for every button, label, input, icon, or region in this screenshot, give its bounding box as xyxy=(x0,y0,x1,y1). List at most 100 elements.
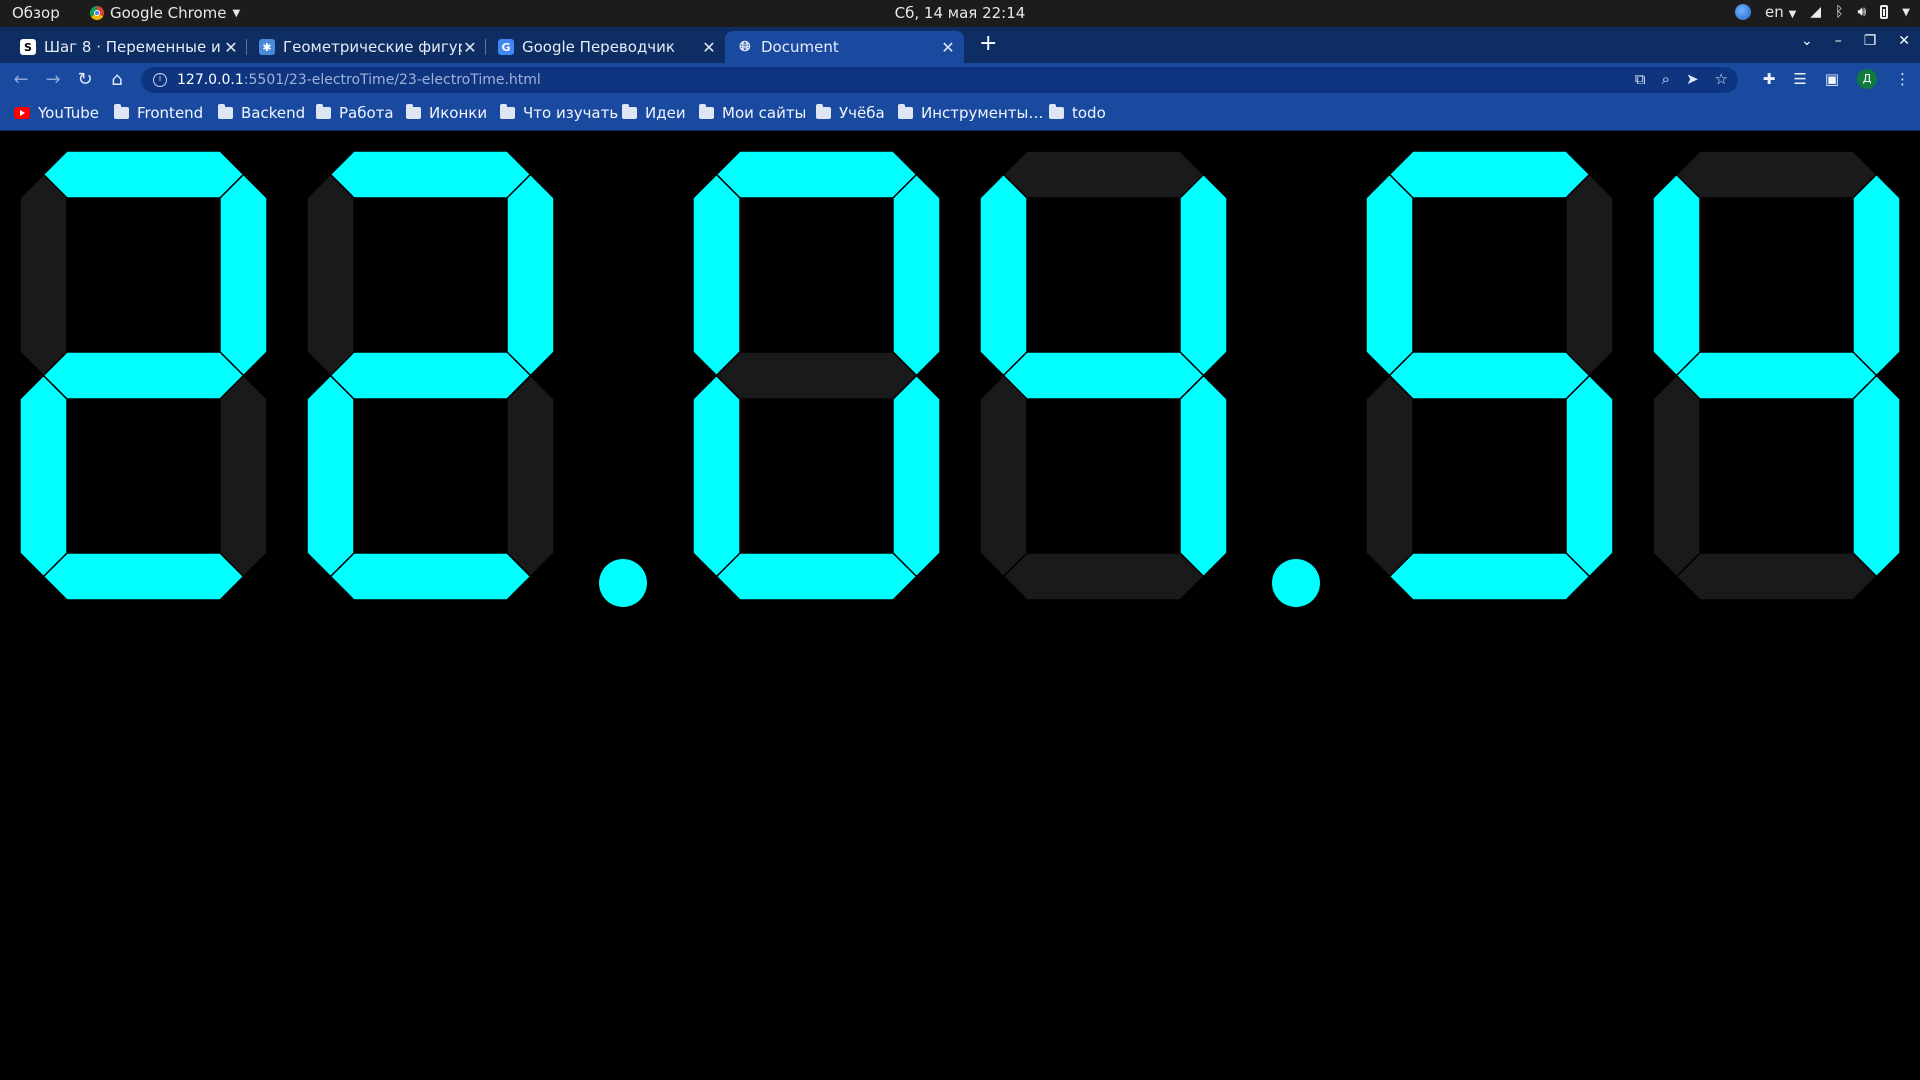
tab-translate[interactable]: G Google Переводчик ✕ xyxy=(486,31,725,63)
tab-search-icon[interactable]: ⌄ xyxy=(1801,33,1813,49)
segment-b xyxy=(1852,173,1901,377)
bookmark-label: YouTube xyxy=(38,104,99,122)
segment-g xyxy=(329,351,532,400)
url-host: 127.0.0.1 xyxy=(177,72,244,88)
folder-icon xyxy=(898,104,913,119)
tab-stepik[interactable]: S Шаг 8 · Переменные и ар ✕ xyxy=(8,31,247,63)
toolbar-actions: ✚ ☰ ▣ Д ⋮ xyxy=(1763,69,1910,89)
segment-c xyxy=(1852,374,1901,578)
bookmark-moi-saity[interactable]: Мои сайты xyxy=(699,104,806,122)
segment-f xyxy=(19,173,68,377)
tab-geometry[interactable]: ✱ Геометрические фигуры ✕ xyxy=(247,31,486,63)
close-icon[interactable]: ✕ xyxy=(701,38,717,57)
bookmark-youtube[interactable]: YouTube xyxy=(14,104,99,122)
bookmark-label: Идеи xyxy=(645,104,686,122)
bookmark-label: Учёба xyxy=(839,104,885,122)
bookmark-ucheba[interactable]: Учёба xyxy=(816,104,885,122)
segment-b xyxy=(1565,173,1614,377)
segment-d xyxy=(1675,552,1878,601)
segment-g xyxy=(715,351,918,400)
segment-a xyxy=(329,150,532,199)
new-tab-button[interactable]: + xyxy=(979,31,997,57)
folder-icon xyxy=(622,104,637,119)
side-panel-icon[interactable]: ▣ xyxy=(1825,70,1839,88)
tab-title: Google Переводчик xyxy=(522,38,675,56)
send-icon[interactable]: ➤ xyxy=(1686,70,1699,88)
site-info-icon[interactable]: i xyxy=(153,73,167,87)
tab-title: Document xyxy=(761,38,839,56)
tab-title: Геометрические фигуры xyxy=(283,38,462,56)
bookmark-rabota[interactable]: Работа xyxy=(316,104,394,122)
doc-star-icon: ✱ xyxy=(259,39,275,55)
bookmark-label: Мои сайты xyxy=(722,104,807,122)
globe-icon: 🌐︎ xyxy=(739,39,751,55)
back-button[interactable]: ← xyxy=(10,69,32,90)
close-window-button[interactable]: ✕ xyxy=(1898,33,1910,49)
battery-icon xyxy=(1880,5,1889,19)
bookmark-label: todo xyxy=(1072,104,1106,122)
address-bar[interactable]: i 127.0.0.1:5501/23-electroTime/23-elect… xyxy=(141,67,1738,93)
folder-icon xyxy=(406,104,421,119)
segment-a xyxy=(1675,150,1878,199)
system-tray[interactable]: en ▼ ◢ ᛒ 🔊︎ ▼ xyxy=(1735,3,1910,21)
forward-button[interactable]: → xyxy=(42,69,64,90)
bookmark-backend[interactable]: Backend xyxy=(218,104,305,122)
maximize-button[interactable]: ❐ xyxy=(1864,33,1877,49)
segment-f xyxy=(1652,173,1701,377)
bookmark-idei[interactable]: Идеи xyxy=(622,104,686,122)
segment-g xyxy=(42,351,245,400)
youtube-icon xyxy=(14,107,30,119)
translate-page-icon[interactable]: ⧉ xyxy=(1635,70,1646,88)
segment-e xyxy=(1365,374,1414,578)
bookmark-label: Работа xyxy=(339,104,394,122)
zoom-icon[interactable]: ⌕ xyxy=(1662,70,1670,88)
system-menu-caret-icon[interactable]: ▼ xyxy=(1902,7,1910,18)
close-icon[interactable]: ✕ xyxy=(223,38,239,57)
bluetooth-icon: ᛒ xyxy=(1835,4,1844,20)
segment-c xyxy=(1565,374,1614,578)
bookmark-todo[interactable]: todo xyxy=(1049,104,1106,122)
folder-icon xyxy=(218,104,233,119)
close-icon[interactable]: ✕ xyxy=(462,38,478,57)
segment-b xyxy=(219,173,268,377)
bookmark-instrumenty[interactable]: Инструменты… xyxy=(898,104,1043,122)
separator-dot xyxy=(599,559,647,607)
segment-d xyxy=(1388,552,1591,601)
home-button[interactable]: ⌂ xyxy=(106,69,128,90)
segment-e xyxy=(979,374,1028,578)
avatar[interactable]: Д xyxy=(1857,69,1877,89)
extensions-puzzle-icon[interactable]: ✚ xyxy=(1763,70,1776,88)
segment-b xyxy=(892,173,941,377)
reading-list-icon[interactable]: ☰ xyxy=(1793,70,1806,88)
reload-button[interactable]: ↻ xyxy=(74,69,96,90)
folder-icon xyxy=(500,104,515,119)
segment-d xyxy=(1002,552,1205,601)
folder-icon xyxy=(1049,104,1064,119)
bookmark-star-icon[interactable]: ☆ xyxy=(1715,70,1728,88)
caret-down-icon: ▼ xyxy=(1788,9,1797,20)
language-indicator[interactable]: en ▼ xyxy=(1765,3,1796,21)
tab-strip: S Шаг 8 · Переменные и ар ✕ ✱ Геометриче… xyxy=(0,27,1920,63)
segment-c xyxy=(506,374,555,578)
bookmark-chto-izuchat[interactable]: Что изучать xyxy=(500,104,618,122)
segment-c xyxy=(219,374,268,578)
bookmark-label: Backend xyxy=(241,104,306,122)
globe-status-icon[interactable] xyxy=(1735,4,1752,20)
bookmark-ikonki[interactable]: Иконки xyxy=(406,104,487,122)
omnibox-actions: ⧉ ⌕ ➤ ☆ xyxy=(1635,70,1728,88)
page-viewport xyxy=(0,131,1920,1080)
bookmark-frontend[interactable]: Frontend xyxy=(114,104,203,122)
minimize-button[interactable]: – xyxy=(1835,33,1842,49)
close-icon[interactable]: ✕ xyxy=(940,38,956,57)
segment-d xyxy=(715,552,918,601)
translate-icon: G xyxy=(498,39,514,55)
segment-g xyxy=(1002,351,1205,400)
system-top-bar: Обзор Google Chrome ▼ Сб, 14 мая 22:14 e… xyxy=(0,0,1920,27)
system-clock[interactable]: Сб, 14 мая 22:14 xyxy=(0,4,1920,22)
segment-c xyxy=(1179,374,1228,578)
tab-document[interactable]: 🌐︎ Document ✕ xyxy=(725,31,964,63)
menu-kebab-icon[interactable]: ⋮ xyxy=(1895,70,1910,88)
tab-title: Шаг 8 · Переменные и ар xyxy=(44,38,223,56)
segment-g xyxy=(1388,351,1591,400)
bookmarks-bar: YouTube Frontend Backend Работа Иконки Ч… xyxy=(0,97,1920,131)
